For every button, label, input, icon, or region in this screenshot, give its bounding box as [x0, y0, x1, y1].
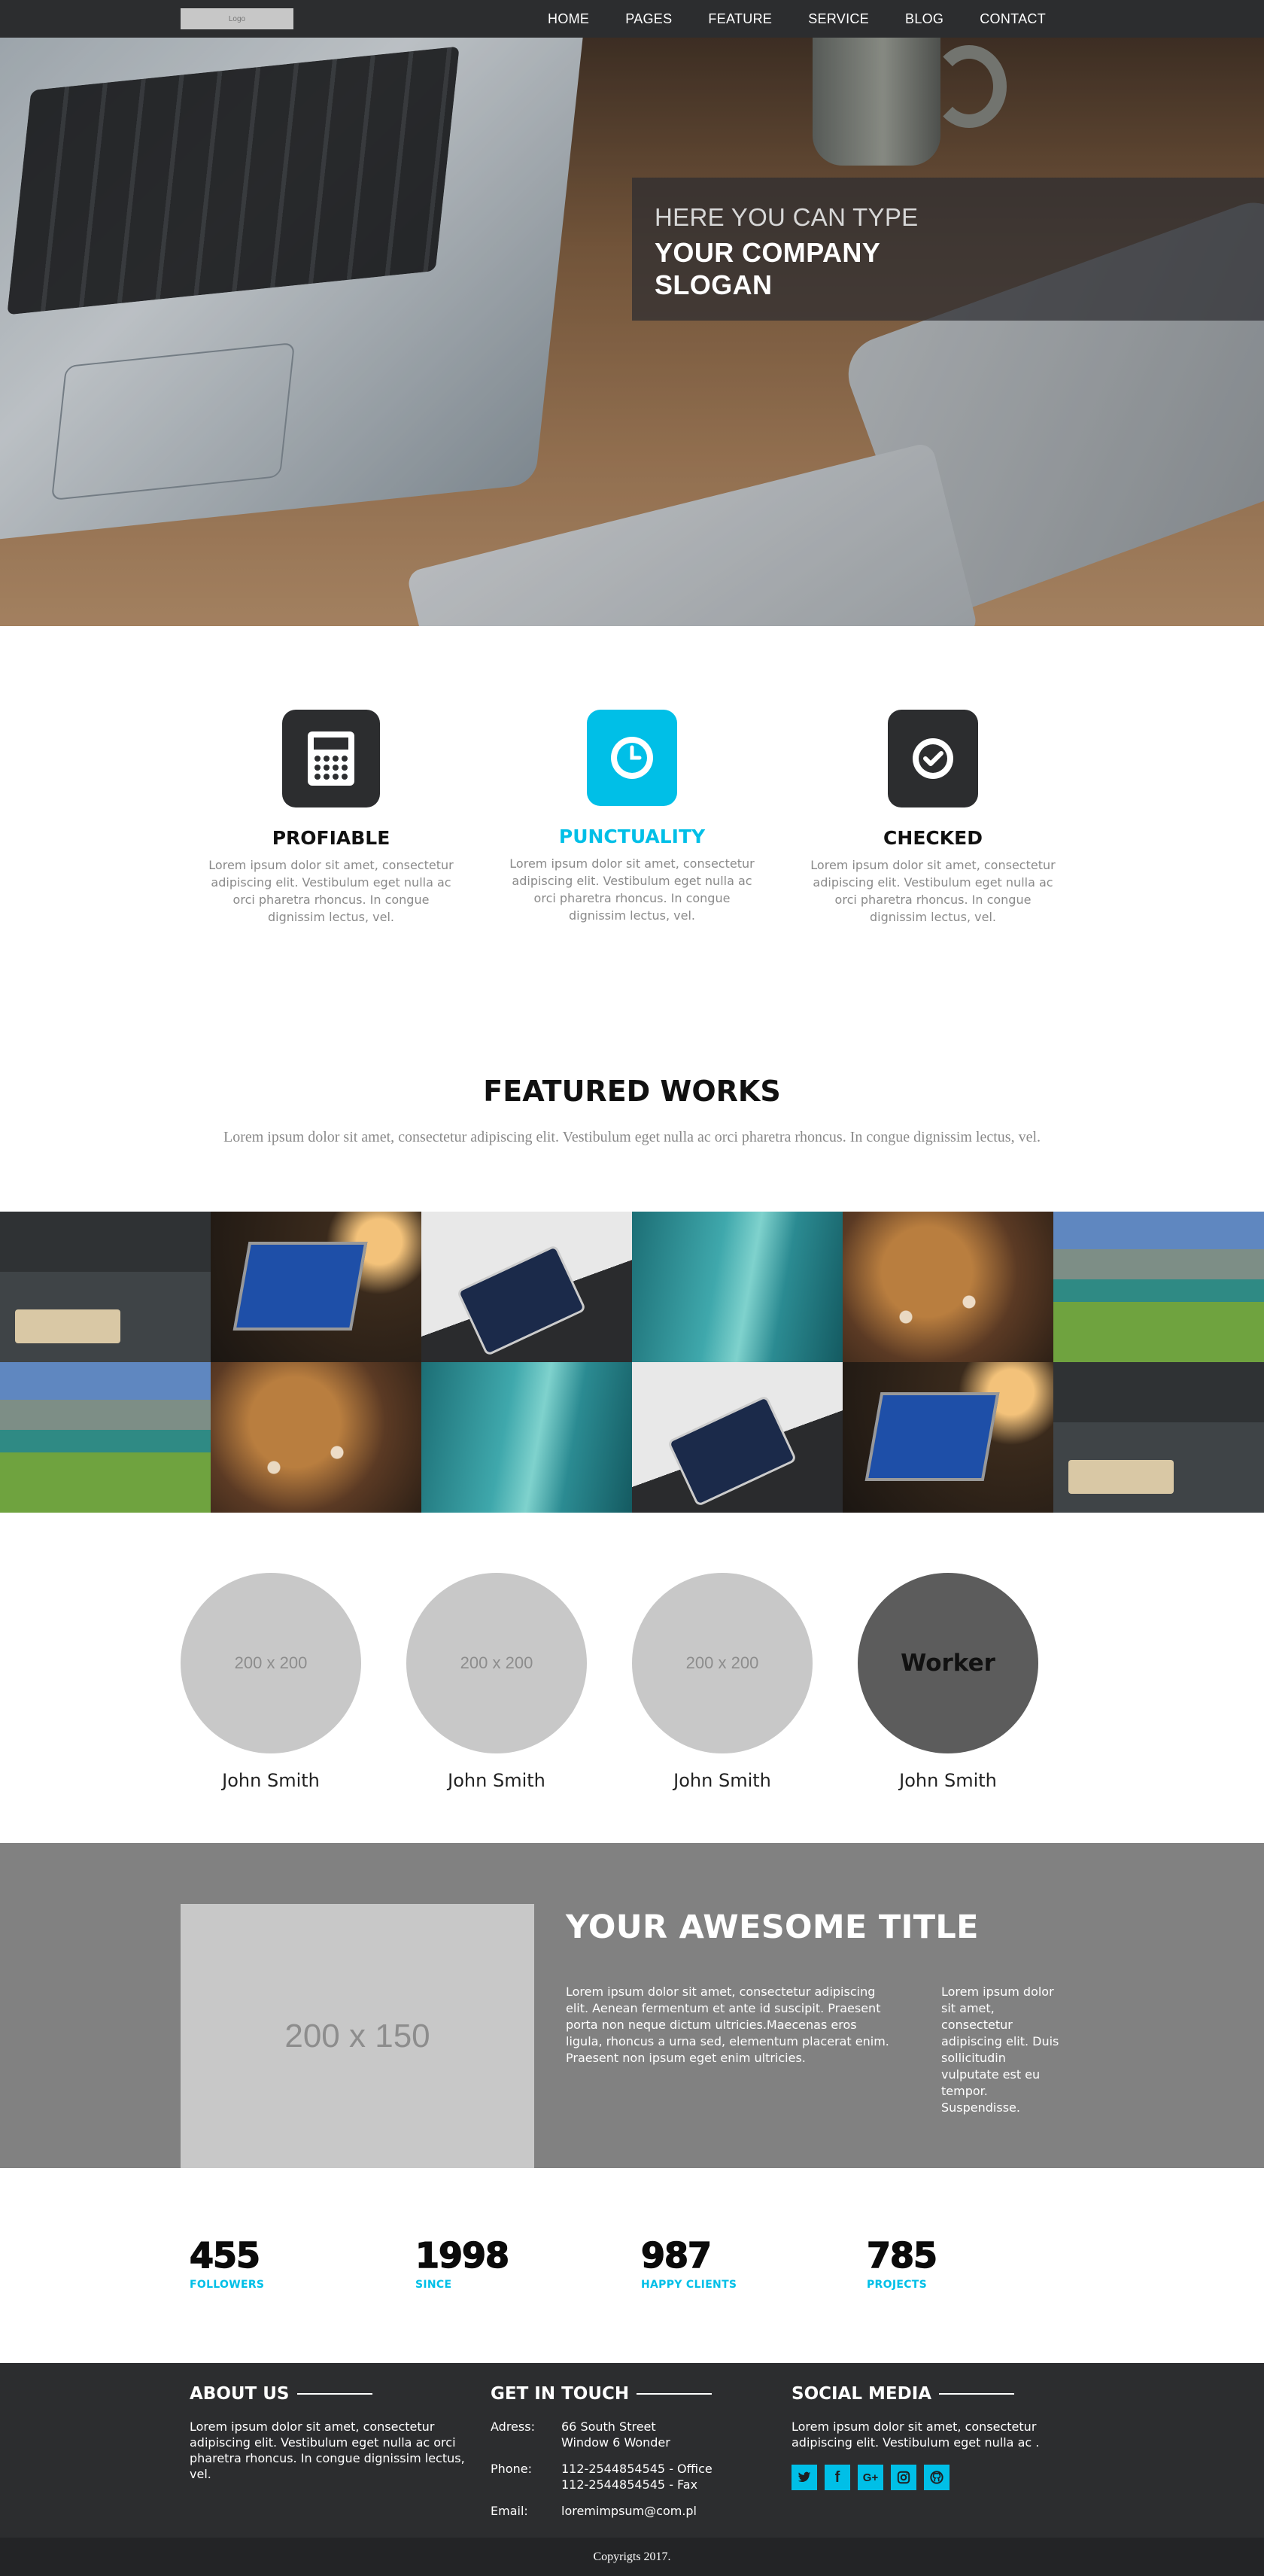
twitter-icon[interactable]: [792, 2465, 817, 2490]
google-plus-icon[interactable]: G+: [858, 2465, 883, 2490]
address-line-2: Window 6 Wonder: [561, 2435, 670, 2450]
portfolio-item-desk[interactable]: [0, 1212, 211, 1362]
social-icons: f G+: [792, 2465, 950, 2490]
footer-about-text: Lorem ipsum dolor sit amet, consectetur …: [190, 2419, 465, 2481]
stat-since: 1998 SINCE: [415, 2234, 510, 2291]
feature-punctuality: PUNCTUALITY Lorem ipsum dolor sit amet, …: [504, 710, 760, 924]
phone-line-1: 112-2544854545 - Office: [561, 2462, 713, 2476]
stat-label: SINCE: [415, 2279, 452, 2291]
slogan-line-3: SLOGAN: [655, 269, 773, 300]
stat-value: 455: [189, 2234, 261, 2276]
address-line-1: 66 South Street: [561, 2419, 656, 2434]
footer-social-text: Lorem ipsum dolor sit amet, consectetur …: [792, 2419, 1040, 2450]
footer-contact-title: GET IN TOUCH: [491, 2384, 630, 2404]
portfolio-item-sea[interactable]: [421, 1362, 632, 1513]
copyright-text: Copyrigts 2017.: [593, 2550, 671, 2563]
avatar: 200 x 200: [406, 1573, 587, 1753]
feature-profiable: PROFIABLE Lorem ipsum dolor sit amet, co…: [203, 710, 459, 926]
phone-line-2: 112-2544854545 - Fax: [561, 2477, 698, 2492]
email-link[interactable]: loremimpsum@com.pl: [561, 2503, 697, 2519]
portfolio-item-lake[interactable]: [0, 1362, 211, 1513]
nav-pages[interactable]: PAGES: [589, 0, 672, 38]
featured-works-title: FEATURED WORKS: [483, 1075, 781, 1108]
stat-value: 1998: [415, 2234, 510, 2276]
stat-label: FOLLOWERS: [190, 2279, 265, 2291]
feature-text: Lorem ipsum dolor sit amet, consectetur …: [208, 858, 454, 924]
portfolio-item-sea[interactable]: [632, 1212, 843, 1362]
slogan-line-2: YOUR COMPANY: [655, 237, 881, 268]
member-name: John Smith: [673, 1770, 771, 1791]
footer-about-title: ABOUT US: [190, 2384, 290, 2404]
check-circle-icon: [888, 710, 978, 807]
team-member: Worker John Smith: [858, 1573, 1038, 1791]
footer-social-title: SOCIAL MEDIA: [792, 2384, 932, 2404]
team-member: 200 x 200 John Smith: [406, 1573, 587, 1791]
logo[interactable]: Logo: [181, 8, 293, 29]
about-title: YOUR AWESOME TITLE: [566, 1908, 979, 1946]
avatar: 200 x 200: [632, 1573, 813, 1753]
feature-checked: CHECKED Lorem ipsum dolor sit amet, cons…: [805, 710, 1061, 926]
stat-label: HAPPY CLIENTS: [641, 2279, 737, 2291]
feature-title: PUNCTUALITY: [558, 826, 706, 847]
nav-home[interactable]: HOME: [512, 0, 589, 38]
footer-social-heading: SOCIAL MEDIA: [792, 2384, 1015, 2404]
feature-title: CHECKED: [883, 827, 983, 849]
footer-contact-heading: GET IN TOUCH: [491, 2384, 713, 2404]
github-icon[interactable]: [924, 2465, 950, 2490]
member-name: John Smith: [448, 1770, 545, 1791]
portfolio-item-flowers[interactable]: [211, 1362, 421, 1513]
portfolio-grid: [0, 1212, 1264, 1513]
copyright-bar: Copyrigts 2017.: [0, 2538, 1264, 2576]
member-name: John Smith: [899, 1770, 997, 1791]
nav-feature[interactable]: FEATURE: [672, 0, 772, 38]
portfolio-item-phone[interactable]: [421, 1212, 632, 1362]
instagram-icon[interactable]: [891, 2465, 916, 2490]
portfolio-item-flowers[interactable]: [843, 1212, 1053, 1362]
feature-title: PROFIABLE: [272, 827, 390, 849]
portfolio-item-lake[interactable]: [1053, 1212, 1264, 1362]
nav-service[interactable]: SERVICE: [772, 0, 869, 38]
nav-blog[interactable]: BLOG: [869, 0, 943, 38]
feature-text: Lorem ipsum dolor sit amet, consectetur …: [509, 856, 755, 923]
portfolio-item-laptop[interactable]: [843, 1362, 1053, 1513]
portfolio-item-desk[interactable]: [1053, 1362, 1264, 1513]
team-member: 200 x 200 John Smith: [632, 1573, 813, 1791]
phone-label: Phone:: [491, 2462, 532, 2476]
clock-icon: [587, 710, 677, 806]
facebook-icon[interactable]: f: [825, 2465, 850, 2490]
stat-label: PROJECTS: [867, 2279, 928, 2291]
calculator-icon: [282, 710, 380, 807]
nav-contact[interactable]: CONTACT: [943, 0, 1046, 38]
stat-projects: 785 PROJECTS: [866, 2234, 938, 2291]
featured-works-subtitle: Lorem ipsum dolor sit amet, consectetur …: [223, 1129, 1041, 1145]
slogan-line-1: HERE YOU CAN TYPE: [655, 203, 919, 231]
top-navbar: Logo HOME PAGES FEATURE SERVICE BLOG CON…: [0, 0, 1264, 38]
feature-text: Lorem ipsum dolor sit amet, consectetur …: [810, 858, 1056, 924]
portfolio-item-phone[interactable]: [632, 1362, 843, 1513]
footer-about-heading: ABOUT US: [190, 2384, 372, 2404]
member-name: John Smith: [222, 1770, 320, 1791]
hero-slogan-box: HERE YOU CAN TYPE YOUR COMPANY SLOGAN: [632, 178, 1264, 321]
stat-value: 987: [640, 2234, 713, 2276]
email-label: Email:: [491, 2504, 528, 2518]
stat-followers: 455 FOLLOWERS: [189, 2234, 265, 2291]
portfolio-item-laptop[interactable]: [211, 1212, 421, 1362]
about-image-placeholder: 200 x 150: [181, 1904, 534, 2168]
main-menu: HOME PAGES FEATURE SERVICE BLOG CONTACT: [512, 0, 1046, 38]
hero-banner: [0, 38, 1264, 626]
avatar-hover[interactable]: Worker: [858, 1573, 1038, 1753]
avatar: 200 x 200: [181, 1573, 361, 1753]
about-paragraph-1: Lorem ipsum dolor sit amet, consectetur …: [566, 1984, 889, 2065]
stat-value: 785: [866, 2234, 938, 2276]
address-label: Adress:: [491, 2419, 535, 2434]
stat-happy-clients: 987 HAPPY CLIENTS: [640, 2234, 737, 2291]
about-paragraph-2: Lorem ipsum dolor sit amet, consectetur …: [941, 1984, 1059, 2115]
team-member: 200 x 200 John Smith: [181, 1573, 361, 1791]
